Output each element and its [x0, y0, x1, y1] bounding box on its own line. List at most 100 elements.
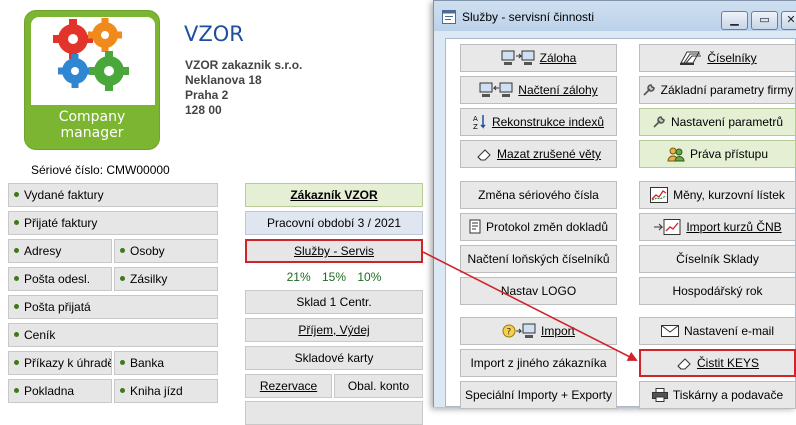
logo-text-line2: manager	[60, 125, 124, 141]
mazat-label: Mazat zrušené věty	[496, 147, 602, 161]
import-jineho-button[interactable]: Import z jiného zákazníka	[460, 349, 617, 377]
next-center-button[interactable]	[245, 401, 423, 425]
osoby-button[interactable]: Osoby	[114, 239, 218, 263]
line-chart-icon	[650, 186, 669, 203]
zakaznik-button[interactable]: Zákazník VZOR	[245, 183, 423, 207]
skladove-karty-label: Skladové karty	[294, 351, 374, 365]
users-icon	[667, 147, 685, 162]
bullet-icon	[120, 360, 125, 366]
company-name: VZOR zakaznik s.r.o.	[185, 58, 303, 72]
obal-konto-label: Obal. konto	[347, 379, 410, 393]
cenik-button[interactable]: Ceník	[8, 323, 218, 347]
tiskarny-button[interactable]: Tiskárny a podavače	[639, 381, 796, 409]
zasilky-label: Zásilky	[130, 272, 168, 286]
sluzby-servis-button[interactable]: Služby - Servis	[245, 239, 423, 263]
posta-prijata-label: Pošta přijatá	[24, 300, 91, 314]
rekonstrukce-label: Rekonstrukce indexů	[491, 115, 605, 129]
obal-konto-button[interactable]: Obal. konto	[334, 374, 423, 398]
wrench-icon	[653, 116, 665, 128]
nacteni-zalohy-label: Načtení zálohy	[518, 83, 598, 97]
window-icon	[442, 10, 456, 24]
mazat-zrusene-button[interactable]: Mazat zrušené věty	[460, 140, 617, 168]
company-info: VZOR zakaznik s.r.o. Neklanova 18 Praha …	[185, 58, 302, 118]
sklad-button[interactable]: Sklad 1 Centr.	[245, 290, 423, 314]
nastaveni-parametru-label: Nastavení parametrů	[670, 115, 784, 129]
ciselnik-sklady-button[interactable]: Číselník Sklady	[639, 245, 796, 273]
posta-odesl-label: Pošta odesl.	[24, 272, 91, 286]
dialog-title: Služby - servisní činnosti	[462, 10, 595, 24]
rezervace-button[interactable]: Rezervace	[245, 374, 332, 398]
hospodarsky-rok-button[interactable]: Hospodářský rok	[639, 277, 796, 305]
prijate-faktury-button[interactable]: Přijaté faktury	[8, 211, 218, 235]
cenik-label: Ceník	[24, 328, 56, 342]
nacteni-lonskych-label: Načtení loňských číselníků	[467, 252, 610, 266]
nastav-logo-button[interactable]: Nastav LOGO	[460, 277, 617, 305]
rekonstrukce-indexu-button[interactable]: A Z Rekonstrukce indexů	[460, 108, 617, 136]
minimize-button[interactable]: ▁	[721, 11, 748, 30]
adresy-button[interactable]: Adresy	[8, 239, 112, 263]
protokol-zmen-button[interactable]: Protokol změn dokladů	[460, 213, 617, 241]
nastav-logo-label: Nastav LOGO	[500, 284, 577, 298]
import-button[interactable]: ? Import	[460, 317, 617, 345]
bullet-icon	[120, 388, 125, 394]
specialni-importy-button[interactable]: Speciální Importy + Exporty	[460, 381, 617, 409]
posta-prijata-button[interactable]: Pošta přijatá	[8, 295, 218, 319]
import-kurzu-button[interactable]: Import kurzů ČNB	[639, 213, 796, 241]
meny-kurzovni-button[interactable]: Měny, kurzovní lístek	[639, 181, 796, 209]
sluzby-servis-label: Služby - Servis	[293, 244, 375, 258]
restore-computer-icon	[479, 82, 513, 97]
zakladni-parametry-button[interactable]: Základní parametry firmy	[639, 76, 796, 104]
nastaveni-parametru-button[interactable]: Nastavení parametrů	[639, 108, 796, 136]
adresy-label: Adresy	[24, 244, 62, 258]
vat-rate-3: 10%	[357, 270, 382, 284]
dialog-titlebar[interactable]: Služby - servisní činnosti ▁ ▭ ✕	[434, 1, 796, 31]
minimize-icon: ▁	[730, 14, 739, 26]
kniha-jizd-button[interactable]: Kniha jízd	[114, 379, 218, 403]
rezervace-label: Rezervace	[259, 379, 318, 393]
app-title: VZOR	[184, 22, 244, 46]
bullet-icon	[14, 360, 19, 366]
zakaznik-label: Zákazník VZOR	[290, 188, 378, 202]
prava-pristupu-label: Práva přístupu	[689, 147, 769, 161]
cistit-keys-button[interactable]: Čistit KEYS	[639, 349, 796, 377]
nacteni-zalohy-button[interactable]: Načtení zálohy	[460, 76, 617, 104]
pokladna-button[interactable]: Pokladna	[8, 379, 112, 403]
gears-icon	[53, 18, 129, 91]
bullet-icon	[120, 276, 125, 282]
pracovni-obdobi-label: Pracovní období 3 / 2021	[266, 216, 402, 230]
posta-odesl-button[interactable]: Pošta odesl.	[8, 267, 112, 291]
specialni-importy-label: Speciální Importy + Exporty	[464, 388, 613, 402]
pracovni-obdobi-button[interactable]: Pracovní období 3 / 2021	[245, 211, 423, 235]
prava-pristupu-button[interactable]: Práva přístupu	[639, 140, 796, 168]
import-label: Import	[540, 324, 575, 338]
eraser-icon	[477, 149, 491, 161]
ciselnik-sklady-label: Číselník Sklady	[676, 252, 759, 266]
zaloha-label: Záloha	[539, 51, 577, 65]
import-help-icon: ?	[502, 323, 536, 338]
zasilky-button[interactable]: Zásilky	[114, 267, 218, 291]
ciselniky-label: Číselníky	[707, 51, 757, 65]
ciselniky-button[interactable]: Číselníky	[639, 44, 796, 72]
printer-icon	[651, 387, 668, 402]
skladove-karty-button[interactable]: Skladové karty	[245, 346, 423, 370]
prijem-vydej-button[interactable]: Příjem, Výdej	[245, 318, 423, 342]
close-button[interactable]: ✕	[781, 11, 796, 30]
sklad-label: Sklad 1 Centr.	[296, 295, 372, 309]
zmena-serioveho-label: Změna sériového čísla	[478, 188, 599, 202]
vat-rate-1: 21%	[286, 270, 311, 284]
zmena-serioveho-button[interactable]: Změna sériového čísla	[460, 181, 617, 209]
prikazy-button[interactable]: Příkazy k úhradě	[8, 351, 112, 375]
kniha-jizd-label: Kniha jízd	[130, 384, 183, 398]
nastaveni-email-button[interactable]: Nastavení e-mail	[639, 317, 796, 345]
zaloha-button[interactable]: Záloha	[460, 44, 617, 72]
maximize-icon: ▭	[759, 14, 770, 26]
maximize-button[interactable]: ▭	[751, 11, 778, 30]
vydane-faktury-button[interactable]: Vydané faktury	[8, 183, 218, 207]
svg-text:Z: Z	[473, 123, 478, 130]
banka-button[interactable]: Banka	[114, 351, 218, 375]
nacteni-lonskych-button[interactable]: Načtení loňských číselníků	[460, 245, 617, 273]
prijem-vydej-label: Příjem, Výdej	[298, 323, 370, 337]
serial-number: Sériové číslo: CMW00000	[31, 163, 170, 177]
svg-text:?: ?	[506, 327, 511, 337]
nastaveni-email-label: Nastavení e-mail	[683, 324, 775, 338]
